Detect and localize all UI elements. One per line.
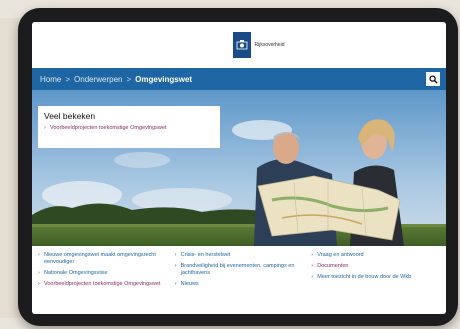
site-header: Rijksoverheid [32,22,446,68]
list-item[interactable]: › Nieuws [175,281,312,288]
link-label: Voorbeeldprojecten toekomstige Omgevings… [44,281,161,287]
search-icon [428,74,438,84]
links-column-3: › Vraag en antwoord › Documenten › Meer … [311,252,440,308]
popular-link[interactable]: › Voorbeeldprojecten toekomstige Omgevin… [44,125,214,131]
links-column-1: › Nieuwe omgevingswet maakt omgevingsrec… [38,252,175,308]
popular-link-label: Voorbeeldprojecten toekomstige Omgevings… [50,125,167,131]
list-item[interactable]: › Crisis- en herstelwet [175,252,312,259]
breadcrumb-onderwerpen[interactable]: Onderwerpen [74,75,122,84]
breadcrumb: Home > Onderwerpen > Omgevingswet [32,68,446,90]
list-item[interactable]: › Nieuwe omgevingswet maakt omgevingsrec… [38,252,175,266]
breadcrumb-home[interactable]: Home [40,75,61,84]
link-label: Crisis- en herstelwet [180,252,231,258]
site-logo[interactable]: Rijksoverheid [233,32,285,58]
popular-box: Veel bekeken › Voorbeeldprojecten toekom… [38,106,220,148]
link-label: Nationale Omgevingsvisie [44,270,108,276]
links-column-2: › Crisis- en herstelwet › Brandveilighei… [175,252,312,308]
popular-title: Veel bekeken [44,111,96,121]
logo-text: Rijksoverheid [254,41,285,48]
link-label: Documenten [317,263,349,269]
link-label: Vraag en antwoord [317,252,364,258]
browser-screen: Rijksoverheid Home > Onderwerpen > Omgev… [32,22,446,314]
breadcrumb-separator: > [65,74,71,84]
tablet-device: Rijksoverheid Home > Onderwerpen > Omgev… [18,8,458,326]
list-item[interactable]: › Documenten [311,263,440,270]
list-item[interactable]: › Voorbeeldprojecten toekomstige Omgevin… [38,281,175,288]
link-label: Nieuwe omgevingswet maakt omgevingsrecht… [44,252,156,265]
search-button[interactable] [426,72,440,86]
list-item[interactable]: › Brandveiligheid bij evenementen, campi… [175,263,312,277]
topic-links: › Nieuwe omgevingswet maakt omgevingsrec… [32,246,446,314]
link-label: Nieuws [180,281,199,287]
breadcrumb-separator: > [126,74,132,84]
breadcrumb-current: Omgevingswet [135,74,193,84]
crest-icon [233,32,252,58]
link-label: Brandveiligheid bij evenementen, camping… [180,263,295,276]
list-item[interactable]: › Vraag en antwoord [311,252,440,259]
list-item[interactable]: › Nationale Omgevingsvisie [38,270,175,277]
list-item[interactable]: › Meer toezicht in de bouw door de Wkb [311,274,440,281]
link-label: Meer toezicht in de bouw door de Wkb [317,274,412,280]
